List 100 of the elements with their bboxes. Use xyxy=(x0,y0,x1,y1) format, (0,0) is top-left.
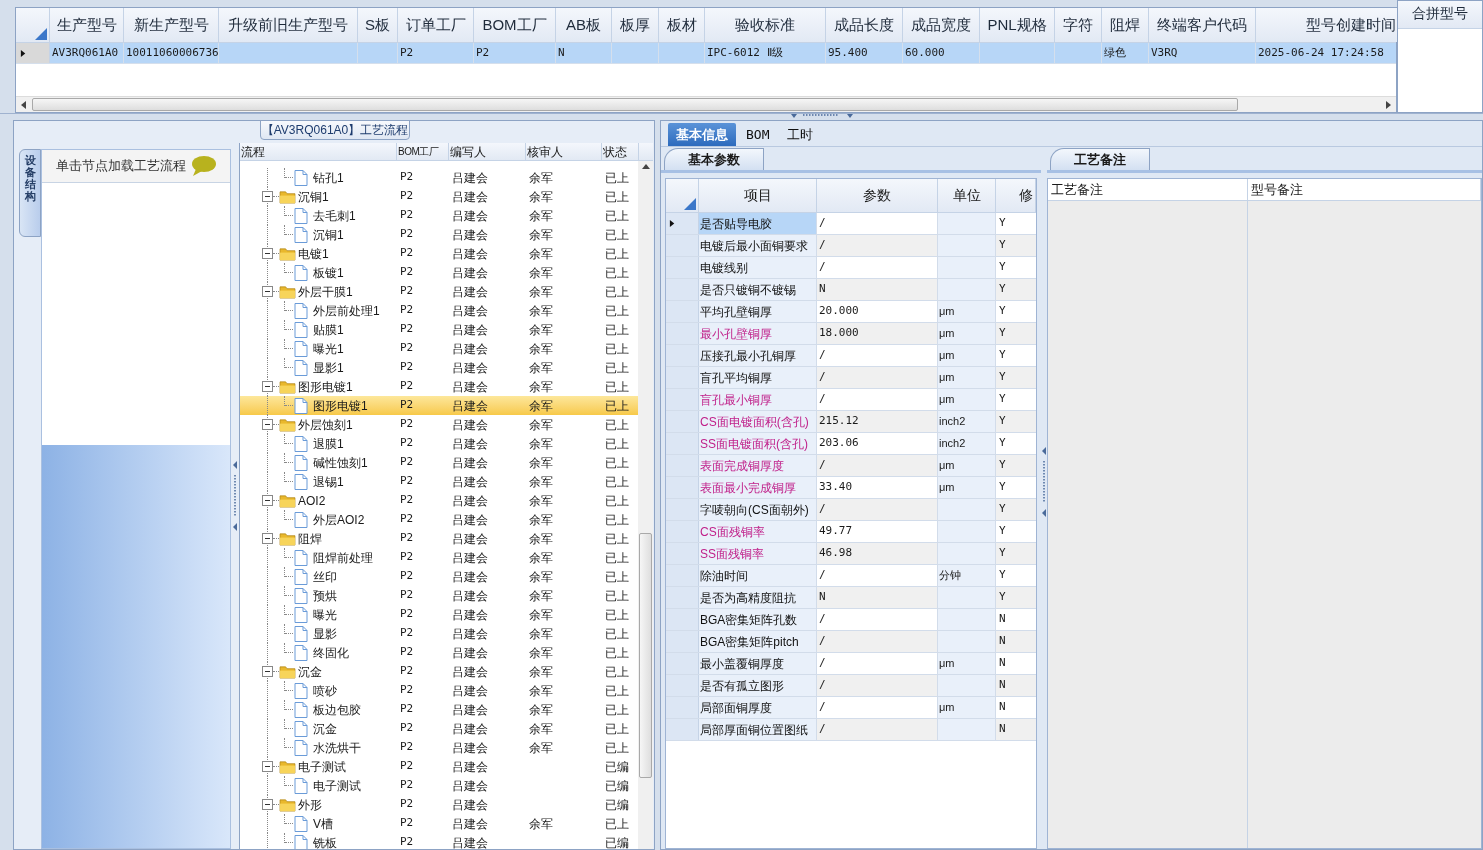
column-header[interactable]: 编写人 xyxy=(449,143,526,160)
table-row[interactable]: 最小孔壁铜厚 18.000 μm Y xyxy=(666,323,1036,345)
collapse-toggle-icon[interactable] xyxy=(262,248,273,259)
scrollbar-thumb[interactable] xyxy=(639,533,652,778)
tree-row[interactable]: 外层干膜1 P2 吕建会 余军 已上 xyxy=(240,282,639,301)
collapse-toggle-icon[interactable] xyxy=(262,191,273,202)
table-row[interactable]: 字唛朝向(CS面朝外) / Y xyxy=(666,499,1036,521)
column-header[interactable]: 参数 xyxy=(817,179,938,212)
column-header[interactable]: 订单工厂 xyxy=(398,8,474,42)
tree-row[interactable]: 曝光 P2 吕建会 余军 已上 xyxy=(240,605,639,624)
tree-row[interactable]: AOI2 P2 吕建会 余军 已上 xyxy=(240,491,639,510)
column-header[interactable]: BOM工厂 xyxy=(474,8,556,42)
tab[interactable]: 工时 xyxy=(779,123,822,146)
tree-row[interactable]: 沉金 P2 吕建会 余军 已上 xyxy=(240,719,639,738)
table-row[interactable]: 盲孔最小铜厚 / μm Y xyxy=(666,389,1036,411)
tree-row[interactable]: 碱性蚀刻1 P2 吕建会 余军 已上 xyxy=(240,453,639,472)
tree-row[interactable]: 板边包胶 P2 吕建会 余军 已上 xyxy=(240,700,639,719)
column-header[interactable]: S板 xyxy=(358,8,398,42)
table-row[interactable]: 最小盖覆铜厚度 / μm N xyxy=(666,653,1036,675)
collapse-toggle-icon[interactable] xyxy=(262,419,273,430)
tree-row[interactable]: 外层蚀刻1 P2 吕建会 余军 已上 xyxy=(240,415,639,434)
column-header[interactable]: 型号备注 xyxy=(1248,179,1481,200)
tree-row[interactable]: 去毛刺1 P2 吕建会 余军 已上 xyxy=(240,206,639,225)
tree-row[interactable]: 外形 P2 吕建会 已编 xyxy=(240,795,639,814)
column-header[interactable]: 字符 xyxy=(1055,8,1102,42)
table-row[interactable]: 平均孔壁铜厚 20.000 μm Y xyxy=(666,301,1036,323)
column-header[interactable]: AB板 xyxy=(556,8,612,42)
tree-row[interactable]: 喷砂 P2 吕建会 余军 已上 xyxy=(240,681,639,700)
table-row[interactable]: 表面最小完成铜厚 33.40 μm Y xyxy=(666,477,1036,499)
tree-row[interactable]: 电镀1 P2 吕建会 余军 已上 xyxy=(240,244,639,263)
table-row[interactable]: 是否为高精度阻抗 N Y xyxy=(666,587,1036,609)
collapse-toggle-icon[interactable] xyxy=(262,761,273,772)
column-header[interactable]: 阻焊 xyxy=(1102,8,1149,42)
tree-row[interactable]: 退膜1 P2 吕建会 余军 已上 xyxy=(240,434,639,453)
tree-row[interactable]: 沉铜1 P2 吕建会 余军 已上 xyxy=(240,225,639,244)
tree-row[interactable]: 铣板 P2 吕建会 已编 xyxy=(240,833,639,849)
column-header[interactable]: 板厚 xyxy=(612,8,659,42)
splitter-grip-icon[interactable] xyxy=(232,461,238,531)
table-row[interactable]: AV3RQ061A0 10011060006736 P2 P2 N IPC-6012 Ⅱ级 95.400 60.000 绿色 V3RQ 2025-06-24 17:24:58 xyxy=(16,43,1396,64)
table-row[interactable]: BGA密集矩阵孔数 / N xyxy=(666,609,1036,631)
tree-row[interactable]: 显影1 P2 吕建会 余军 已上 xyxy=(240,358,639,377)
table-row[interactable]: CS面电镀面积(含孔) 215.12 inch2 Y xyxy=(666,411,1036,433)
corner-triangle-icon[interactable] xyxy=(684,198,696,210)
splitter-grip-icon[interactable] xyxy=(790,114,853,120)
column-header[interactable]: PNL规格 xyxy=(980,8,1055,42)
table-row[interactable]: 是否贴导电胶 / Y xyxy=(666,213,1036,235)
tab[interactable]: BOM xyxy=(738,123,778,146)
tree-row[interactable]: 外层AOI2 P2 吕建会 余军 已上 xyxy=(240,510,639,529)
tree-row[interactable]: 电子测试 P2 吕建会 已编 xyxy=(240,776,639,795)
tree-row[interactable]: 图形电镀1 P2 吕建会 余军 已上 xyxy=(240,396,639,415)
sub-tab[interactable]: 工艺备注 xyxy=(1050,148,1150,170)
corner-triangle-icon[interactable] xyxy=(35,28,47,40)
collapse-toggle-icon[interactable] xyxy=(262,381,273,392)
column-header[interactable]: 验收标准 xyxy=(705,8,826,42)
column-header[interactable]: 流程 xyxy=(240,143,397,160)
tree-row[interactable]: 阻焊前处理 P2 吕建会 余军 已上 xyxy=(240,548,639,567)
tab[interactable]: 基本信息 xyxy=(668,123,736,146)
table-row[interactable]: CS面残铜率 49.77 Y xyxy=(666,521,1036,543)
table-row[interactable]: 是否只镀铜不镀锡 N Y xyxy=(666,279,1036,301)
collapse-toggle-icon[interactable] xyxy=(262,533,273,544)
column-header[interactable]: 升级前旧生产型号 xyxy=(219,8,358,42)
column-header[interactable]: 成品长度 xyxy=(826,8,903,42)
tree-row[interactable]: V槽 P2 吕建会 余军 已上 xyxy=(240,814,639,833)
column-header[interactable]: 板材 xyxy=(659,8,705,42)
sub-tab[interactable]: 基本参数 xyxy=(664,148,764,170)
column-header[interactable]: 生产型号 xyxy=(50,8,124,42)
column-header[interactable]: 新生产型号 xyxy=(124,8,219,42)
table-row[interactable]: 电镀线别 / Y xyxy=(666,257,1036,279)
column-header[interactable]: 项目 xyxy=(699,179,817,212)
column-header[interactable]: 修 xyxy=(996,179,1036,212)
column-header[interactable]: 终端客户代码 xyxy=(1149,8,1256,42)
tree-row[interactable]: 退锡1 P2 吕建会 余军 已上 xyxy=(240,472,639,491)
collapse-toggle-icon[interactable] xyxy=(262,666,273,677)
table-row[interactable]: SS面电镀面积(含孔) 203.06 inch2 Y xyxy=(666,433,1036,455)
table-row[interactable]: 是否有孤立图形 / N xyxy=(666,675,1036,697)
column-header[interactable]: 核审人 xyxy=(526,143,602,160)
table-row[interactable]: 局部面铜厚度 / μm N xyxy=(666,697,1036,719)
tree-row[interactable]: 曝光1 P2 吕建会 余军 已上 xyxy=(240,339,639,358)
side-tab[interactable]: 设备结构 xyxy=(19,149,41,237)
tree-row[interactable]: 沉金 P2 吕建会 余军 已上 xyxy=(240,662,639,681)
table-row[interactable]: 电镀后最小面铜要求 / Y xyxy=(666,235,1036,257)
tree-row[interactable]: 贴膜1 P2 吕建会 余军 已上 xyxy=(240,320,639,339)
tree-row[interactable]: 水洗烘干 P2 吕建会 余军 已上 xyxy=(240,738,639,757)
table-row[interactable]: 盲孔平均铜厚 / μm Y xyxy=(666,367,1036,389)
tree-row[interactable]: 板镀1 P2 吕建会 余军 已上 xyxy=(240,263,639,282)
column-header[interactable]: 型号创建时间 xyxy=(1256,8,1398,42)
table-row[interactable]: 表面完成铜厚度 / μm Y xyxy=(666,455,1036,477)
tree-row[interactable]: 丝印 P2 吕建会 余军 已上 xyxy=(240,567,639,586)
tree-row[interactable]: 图形电镀1 P2 吕建会 余军 已上 xyxy=(240,377,639,396)
tree-row[interactable]: 外层前处理1 P2 吕建会 余军 已上 xyxy=(240,301,639,320)
column-header[interactable]: 状态 xyxy=(602,143,639,160)
table-row[interactable]: SS面残铜率 46.98 Y xyxy=(666,543,1036,565)
column-header[interactable]: 工艺备注 xyxy=(1048,179,1248,200)
scrollbar[interactable] xyxy=(638,161,653,849)
splitter-grip-icon[interactable] xyxy=(1041,447,1047,517)
tree-row[interactable]: 电子测试 P2 吕建会 已编 xyxy=(240,757,639,776)
scrollbar-thumb[interactable] xyxy=(32,98,1238,111)
table-row[interactable]: 局部厚面铜位置图纸 / N xyxy=(666,719,1036,741)
scrollbar[interactable] xyxy=(16,96,1396,112)
table-row[interactable]: BGA密集矩阵pitch / N xyxy=(666,631,1036,653)
